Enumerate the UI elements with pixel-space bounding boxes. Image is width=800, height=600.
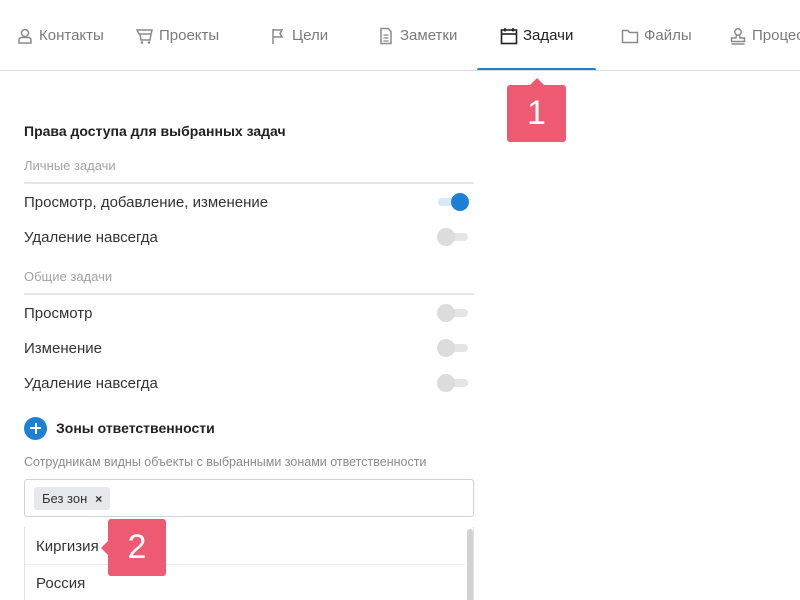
toggle-shared-view[interactable] xyxy=(437,304,469,322)
zone-chip: Без зон × xyxy=(34,487,111,510)
tab-label: Файлы xyxy=(644,27,692,44)
perm-row-personal-view-edit: Просмотр, добавление, изменение xyxy=(24,188,474,216)
toggle-shared-edit[interactable] xyxy=(437,339,469,357)
dropdown-scrollbar[interactable] xyxy=(467,529,473,600)
perm-row-shared-edit: Изменение xyxy=(24,334,474,362)
person-stamp-icon xyxy=(18,28,32,44)
cart-icon xyxy=(136,28,153,44)
annotation-marker-1: 1 xyxy=(507,78,566,142)
perm-label: Просмотр xyxy=(24,304,93,322)
toggle-shared-delete[interactable] xyxy=(437,374,469,392)
tab-contacts[interactable]: Контакты xyxy=(16,0,104,70)
zones-select[interactable]: Без зон × xyxy=(24,479,474,517)
tab-label: Процессы xyxy=(752,27,800,44)
section-title: Права доступа для выбранных задач xyxy=(24,123,286,139)
zones-header: Зоны ответственности xyxy=(24,416,215,440)
perm-row-personal-delete: Удаление навсегда xyxy=(24,223,474,251)
tab-bar: Контакты Проекты Цели Заметки Задачи Фай… xyxy=(0,0,800,71)
tab-label: Контакты xyxy=(39,27,104,44)
shared-tasks-label: Общие задачи xyxy=(24,269,113,284)
calendar-icon xyxy=(500,27,518,44)
active-tab-indicator xyxy=(477,68,596,70)
chip-remove-icon[interactable]: × xyxy=(95,492,102,506)
perm-row-shared-delete: Удаление навсегда xyxy=(24,369,474,397)
tab-projects[interactable]: Проекты xyxy=(136,0,220,70)
zones-dropdown: Киргизия Россия xyxy=(24,527,474,600)
zones-title: Зоны ответственности xyxy=(56,420,215,436)
zone-option-kyrgyzstan[interactable]: Киргизия xyxy=(25,528,465,564)
tab-files[interactable]: Файлы xyxy=(621,0,692,70)
toggle-personal-delete[interactable] xyxy=(437,228,469,246)
tab-label: Проекты xyxy=(159,27,220,44)
stamp-icon xyxy=(730,27,746,45)
perm-label: Изменение xyxy=(24,339,102,357)
annotation-marker-2: 2 xyxy=(101,519,166,576)
note-icon xyxy=(380,27,392,44)
perm-label: Удаление навсегда xyxy=(24,228,158,246)
tab-goals[interactable]: Цели xyxy=(269,0,329,70)
divider xyxy=(24,182,474,184)
folder-icon xyxy=(621,29,639,43)
toggle-personal-view-edit[interactable] xyxy=(437,193,469,211)
zone-chip-label: Без зон xyxy=(42,491,88,506)
tab-processes[interactable]: Процессы xyxy=(729,0,800,70)
tab-tasks[interactable]: Задачи xyxy=(500,0,574,70)
flag-icon xyxy=(272,28,284,44)
tab-label: Цели xyxy=(292,27,329,44)
personal-tasks-label: Личные задачи xyxy=(24,158,116,173)
perm-label: Удаление навсегда xyxy=(24,374,158,392)
tab-notes[interactable]: Заметки xyxy=(377,0,458,70)
divider xyxy=(24,293,474,295)
tab-label: Задачи xyxy=(523,27,574,44)
zones-hint: Сотрудникам видны объекты с выбранными з… xyxy=(24,455,427,469)
perm-label: Просмотр, добавление, изменение xyxy=(24,193,269,211)
zone-option-russia[interactable]: Россия xyxy=(25,565,465,600)
tab-label: Заметки xyxy=(400,27,458,44)
perm-row-shared-view: Просмотр xyxy=(24,299,474,327)
add-zone-button[interactable] xyxy=(24,416,47,440)
